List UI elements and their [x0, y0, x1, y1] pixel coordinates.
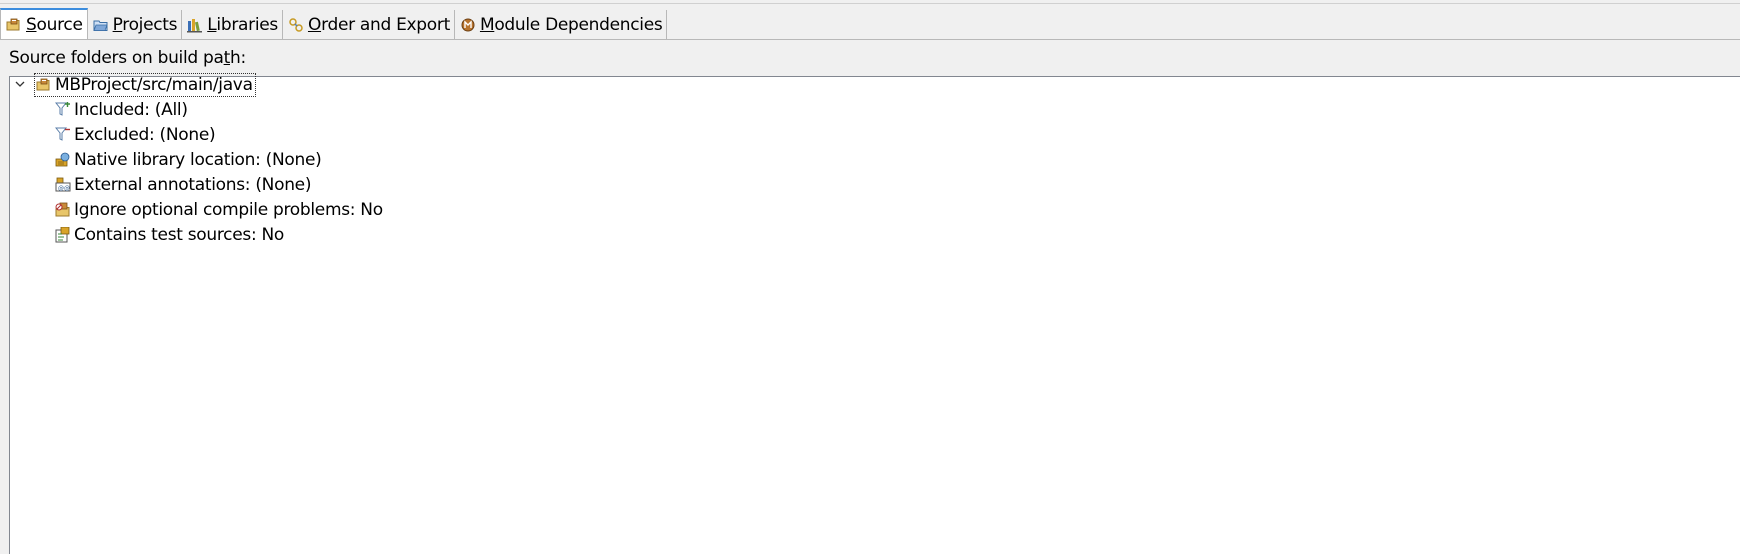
tree-row-native-library[interactable]: Native library location: (None) — [55, 147, 322, 173]
exclusion-filter-icon — [55, 127, 71, 143]
ignore-problems-icon — [55, 202, 71, 218]
tree-item-label: External annotations: (None) — [74, 175, 312, 195]
tab-source-label: Source — [26, 15, 83, 35]
projects-folder-icon — [93, 17, 109, 33]
tab-bar-divider — [0, 39, 1740, 40]
native-library-icon — [55, 152, 71, 168]
chevron-down-icon[interactable] — [13, 77, 27, 91]
tab-order-export-label: Order and Export — [307, 15, 450, 35]
tree-item-label: Excluded: (None) — [74, 125, 216, 145]
source-folders-label: Source folders on build path: — [9, 48, 246, 68]
source-folders-tree[interactable]: MBProject/src/main/java Included: (All) … — [9, 73, 1740, 554]
tab-bar: Source Projects Libraries Order and Expo… — [0, 8, 668, 40]
svg-text:@: @ — [64, 185, 70, 192]
tab-order-export[interactable]: Order and Export — [282, 10, 455, 40]
tree-row-included[interactable]: Included: (All) — [55, 97, 188, 123]
tab-source[interactable]: Source — [0, 8, 88, 40]
tab-projects-label: Projects — [112, 15, 178, 35]
source-folder-icon — [6, 17, 22, 33]
external-annotations-icon: @ @ — [55, 177, 71, 193]
tree-item-label: Included: (All) — [74, 100, 188, 120]
tab-libraries[interactable]: Libraries — [182, 10, 283, 40]
tab-libraries-label: Libraries — [207, 15, 278, 35]
tree-item-label: Ignore optional compile problems: No — [74, 200, 383, 220]
tree-row-excluded[interactable]: Excluded: (None) — [55, 122, 216, 148]
tree-root-label: MBProject/src/main/java — [55, 75, 253, 95]
tab-module-dependencies[interactable]: Module Dependencies — [454, 10, 668, 40]
test-sources-icon — [55, 227, 71, 243]
tree-root-node[interactable]: MBProject/src/main/java — [34, 73, 256, 97]
module-icon — [460, 17, 476, 33]
inclusion-filter-icon — [55, 102, 71, 118]
libraries-icon — [187, 17, 203, 33]
tree-row-ignore-problems[interactable]: Ignore optional compile problems: No — [55, 197, 383, 223]
build-path-page: Source Projects Libraries Order and Expo… — [0, 0, 1740, 554]
tree-row-external-annotations[interactable]: @ @ External annotations: (None) — [55, 172, 311, 198]
order-export-icon — [288, 17, 304, 33]
source-folder-icon — [36, 77, 52, 93]
tab-module-dependencies-label: Module Dependencies — [479, 15, 663, 35]
tab-projects[interactable]: Projects — [87, 10, 183, 40]
tree-row-root[interactable]: MBProject/src/main/java — [10, 71, 256, 97]
tree-row-test-sources[interactable]: Contains test sources: No — [55, 222, 284, 248]
tree-item-label: Contains test sources: No — [74, 225, 284, 245]
top-divider — [0, 3, 1740, 4]
tree-item-label: Native library location: (None) — [74, 150, 322, 170]
